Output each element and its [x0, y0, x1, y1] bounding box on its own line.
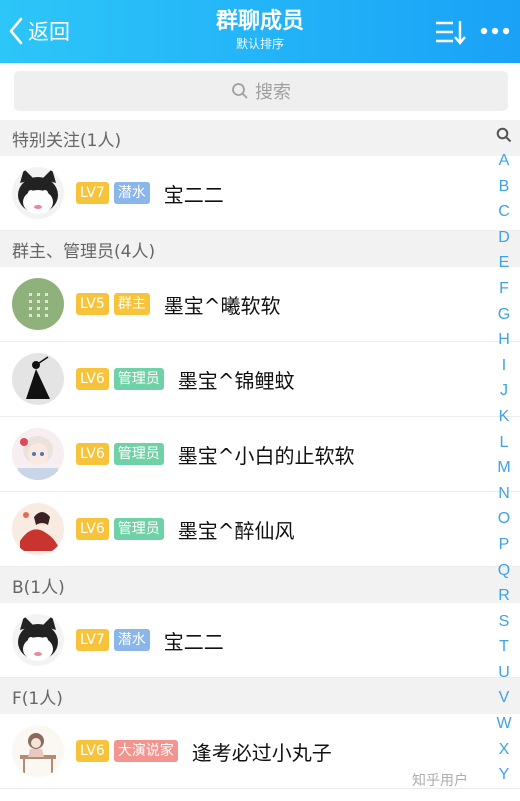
sort-list-icon[interactable]	[434, 18, 466, 46]
index-letter[interactable]: D	[490, 225, 518, 251]
index-letter[interactable]: U	[490, 660, 518, 686]
member-name: 逢考必过小丸子	[191, 740, 332, 765]
alphabet-index[interactable]: A B C D E F G H I J K L M N O P Q R S T …	[490, 122, 518, 788]
index-letter[interactable]: I	[490, 353, 518, 379]
index-letter[interactable]: Y	[490, 762, 518, 788]
anime-girl-avatar	[12, 428, 64, 480]
index-letter[interactable]: J	[490, 378, 518, 404]
index-letter[interactable]: V	[490, 685, 518, 711]
index-letter[interactable]: H	[490, 327, 518, 353]
level-badge: LV6	[76, 368, 109, 390]
section-header: 群主、管理员(4人)	[0, 231, 520, 267]
level-badge: LV5	[76, 293, 109, 315]
role-badge: 管理员	[113, 518, 164, 540]
role-badge: 管理员	[113, 443, 164, 465]
cat-avatar	[12, 167, 64, 219]
index-letter[interactable]: O	[490, 506, 518, 532]
title-bar: 返回 群聊成员 默认排序	[0, 0, 520, 63]
member-name: 墨宝^小白的止软软	[177, 443, 355, 468]
watermark: 知乎用户	[412, 773, 468, 789]
index-letter[interactable]: S	[490, 609, 518, 635]
silhouette-avatar	[12, 353, 64, 405]
index-letter[interactable]: E	[490, 250, 518, 276]
index-letter[interactable]: B	[490, 174, 518, 200]
index-letter[interactable]: C	[490, 199, 518, 225]
section-header: B(1人)	[0, 567, 520, 603]
index-letter[interactable]: F	[490, 276, 518, 302]
index-letter[interactable]: Q	[490, 558, 518, 584]
index-letter[interactable]: M	[490, 455, 518, 481]
index-letter[interactable]: P	[490, 532, 518, 558]
role-badge: 群主	[113, 293, 150, 315]
section-header: F(1人)	[0, 678, 520, 714]
member-row[interactable]: LV5 群主 墨宝^曦软软	[0, 267, 520, 342]
red-dress-avatar	[12, 503, 64, 555]
index-letter[interactable]: L	[490, 430, 518, 456]
section-header: 特别关注(1人)	[0, 120, 520, 156]
level-badge: LV7	[76, 629, 109, 651]
more-dots-icon[interactable]	[480, 26, 510, 36]
search-area: 搜索	[0, 63, 520, 120]
index-letter[interactable]: K	[490, 404, 518, 430]
search-input[interactable]: 搜索	[14, 71, 508, 111]
cat-avatar	[12, 614, 64, 666]
member-name: 宝二二	[163, 182, 224, 207]
member-row[interactable]: LV6 管理员 墨宝^锦鲤蚊	[0, 342, 520, 417]
member-row[interactable]: LV7 潜水 宝二二	[0, 156, 520, 231]
index-letter[interactable]: R	[490, 583, 518, 609]
index-letter[interactable]: A	[490, 148, 518, 174]
search-placeholder: 搜索	[255, 82, 291, 103]
level-badge: LV7	[76, 182, 109, 204]
index-letter[interactable]: W	[490, 711, 518, 737]
member-name: 墨宝^醉仙风	[177, 518, 295, 543]
search-icon	[232, 83, 248, 99]
index-letter[interactable]: T	[490, 634, 518, 660]
role-badge: 潜水	[113, 182, 150, 204]
member-row[interactable]: LV6 管理员 墨宝^醉仙风	[0, 492, 520, 567]
green-pattern-avatar	[12, 278, 64, 330]
role-badge: 潜水	[113, 629, 150, 651]
member-name: 墨宝^曦软软	[163, 293, 281, 318]
role-badge: 管理员	[113, 368, 164, 390]
index-letter[interactable]: G	[490, 302, 518, 328]
member-list: 特别关注(1人) LV7 潜水 宝二二 群主、管理员(4人) LV5 群主 墨宝…	[0, 120, 520, 789]
index-letter[interactable]: N	[490, 481, 518, 507]
index-letter[interactable]: X	[490, 737, 518, 763]
level-badge: LV6	[76, 518, 109, 540]
level-badge: LV6	[76, 740, 109, 762]
member-name: 墨宝^锦鲤蚊	[177, 368, 295, 393]
member-row[interactable]: LV7 潜水 宝二二	[0, 603, 520, 678]
level-badge: LV6	[76, 443, 109, 465]
index-search-icon[interactable]	[490, 122, 518, 148]
member-name: 宝二二	[163, 629, 224, 654]
sketch-girl-avatar	[12, 725, 64, 777]
role-badge: 大演说家	[113, 740, 178, 762]
member-row[interactable]: LV6 管理员 墨宝^小白的止软软	[0, 417, 520, 492]
